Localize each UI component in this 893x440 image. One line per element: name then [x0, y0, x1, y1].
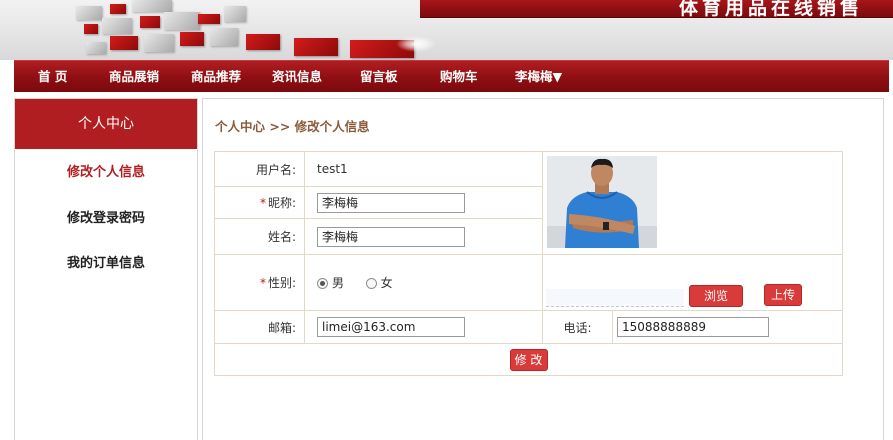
username-value: test1 [304, 151, 543, 187]
nav-products[interactable]: 商品展销 [109, 61, 159, 93]
profile-form: 用户名: test1 * 昵称: 李梅梅 姓名: 李梅梅 * 性别: 男 女 浏… [214, 151, 843, 376]
site-banner: 体育用品在线销售 [0, 0, 893, 60]
nav-cart[interactable]: 购物车 [440, 61, 478, 93]
phone-label: 电话: [542, 310, 613, 344]
sidebar-title: 个人中心 [15, 99, 197, 149]
nickname-input[interactable]: 李梅梅 [317, 192, 465, 213]
main-nav: 首 页 商品展销 商品推荐 资讯信息 留言板 购物车 李梅梅▼ [14, 60, 889, 92]
submit-button[interactable]: 修 改 [509, 348, 548, 371]
breadcrumb: 个人中心 >> 修改个人信息 [215, 119, 370, 134]
banner-graphic [14, 0, 436, 60]
avatar-cell [542, 151, 843, 255]
upload-button[interactable]: 上传 [764, 283, 802, 306]
sidebar-item-orders[interactable]: 我的订单信息 [15, 252, 197, 271]
nickname-label: * 昵称: [214, 186, 305, 219]
site-title: 体育用品在线销售 [678, 0, 863, 19]
nav-home[interactable]: 首 页 [38, 61, 67, 93]
avatar-image [547, 156, 657, 248]
nav-user-menu[interactable]: 李梅梅▼ [515, 61, 562, 93]
file-path-input[interactable] [546, 288, 684, 307]
phone-input[interactable]: 15088888889 [617, 317, 769, 337]
sidebar: 个人中心 修改个人信息 修改登录密码 我的订单信息 [14, 98, 198, 440]
nav-news[interactable]: 资讯信息 [272, 61, 322, 93]
submit-row: 修 改 [214, 343, 843, 376]
gender-radio-group: 男 女 [304, 254, 543, 311]
realname-input[interactable]: 李梅梅 [317, 226, 465, 247]
main-content: 个人中心 >> 修改个人信息 用户名: test1 * 昵称: 李梅梅 姓名: … [202, 98, 884, 440]
gender-male-label: 男 [332, 276, 345, 290]
banner-title-bar: 体育用品在线销售 [420, 0, 893, 19]
gender-male-radio[interactable] [317, 278, 328, 289]
realname-label: 姓名: [214, 218, 305, 255]
sidebar-item-change-password[interactable]: 修改登录密码 [15, 207, 197, 226]
upload-cell: 浏览 上传 [542, 254, 843, 311]
gender-female-label: 女 [380, 276, 393, 290]
gender-label: * 性别: [214, 254, 305, 311]
sidebar-item-edit-profile[interactable]: 修改个人信息 [15, 161, 197, 180]
email-label: 邮箱: [214, 310, 305, 344]
username-label: 用户名: [214, 151, 305, 187]
browse-button[interactable]: 浏览 [689, 284, 743, 307]
nav-recommended[interactable]: 商品推荐 [191, 61, 241, 93]
nav-message-board[interactable]: 留言板 [360, 61, 398, 93]
email-input[interactable]: limei@163.com [317, 317, 465, 337]
gender-female-radio[interactable] [365, 278, 377, 289]
